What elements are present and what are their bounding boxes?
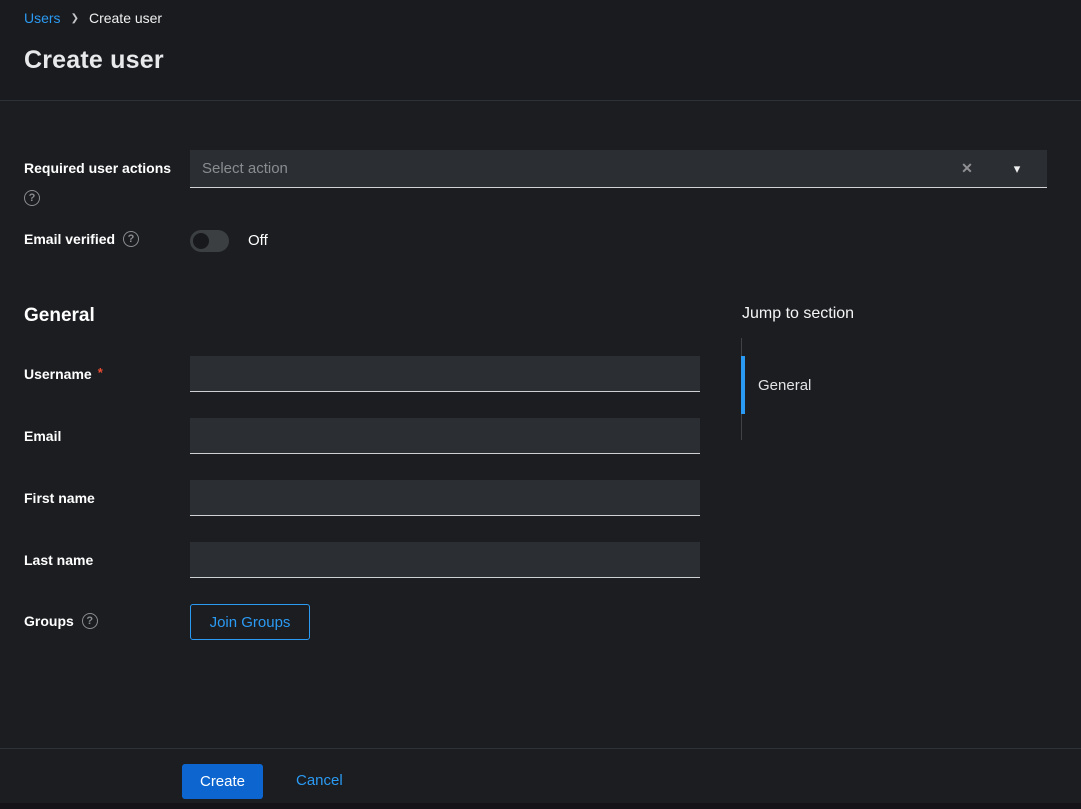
required-indicator: * [98, 365, 103, 380]
first-name-label-group: First name [24, 490, 95, 506]
general-section-heading: General [24, 305, 95, 327]
email-label: Email [24, 428, 61, 444]
page-header: Users ❯ Create user Create user [0, 0, 1081, 101]
username-input[interactable] [190, 356, 700, 392]
jump-to-section-heading: Jump to section [742, 305, 854, 323]
jump-nav-item-general[interactable]: General [758, 377, 811, 394]
breadcrumb-current-page: Create user [89, 10, 162, 26]
last-name-label: Last name [24, 552, 93, 568]
create-user-page: Users ❯ Create user Create user Required… [0, 0, 1081, 809]
email-verified-toggle[interactable] [190, 230, 229, 252]
last-name-input[interactable] [190, 542, 700, 578]
chevron-right-icon: ❯ [71, 13, 79, 24]
last-name-label-group: Last name [24, 552, 93, 568]
help-icon[interactable]: ? [82, 613, 98, 629]
required-user-actions-select[interactable]: Select action ✕ ▾ [190, 150, 1047, 188]
breadcrumb-link-users[interactable]: Users [24, 10, 61, 26]
cancel-link[interactable]: Cancel [296, 772, 343, 789]
join-groups-button[interactable]: Join Groups [190, 604, 310, 640]
help-icon[interactable]: ? [123, 231, 139, 247]
select-placeholder: Select action [190, 160, 947, 177]
toggle-knob [193, 233, 209, 249]
username-label: Username [24, 366, 92, 382]
first-name-label: First name [24, 490, 95, 506]
create-button[interactable]: Create [182, 764, 263, 799]
breadcrumb: Users ❯ Create user [24, 10, 162, 26]
clear-selection-icon[interactable]: ✕ [947, 160, 987, 177]
email-verified-label-group: Email verified ? [24, 231, 139, 247]
caret-down-icon[interactable]: ▾ [987, 161, 1047, 177]
help-icon[interactable]: ? [24, 190, 40, 206]
required-user-actions-label-group: Required user actions ? [24, 160, 190, 206]
required-user-actions-label: Required user actions [24, 160, 171, 176]
jump-nav-active-indicator [741, 356, 745, 414]
first-name-input[interactable] [190, 480, 700, 516]
page-bottom-edge [0, 803, 1081, 809]
email-input[interactable] [190, 418, 700, 454]
email-verified-state: Off [248, 232, 268, 249]
groups-label-group: Groups ? [24, 613, 98, 629]
page-title: Create user [24, 46, 164, 75]
username-label-group: Username * [24, 366, 103, 382]
groups-label: Groups [24, 613, 74, 629]
email-verified-label: Email verified [24, 231, 115, 247]
email-label-group: Email [24, 428, 61, 444]
action-bar-divider [0, 748, 1081, 749]
